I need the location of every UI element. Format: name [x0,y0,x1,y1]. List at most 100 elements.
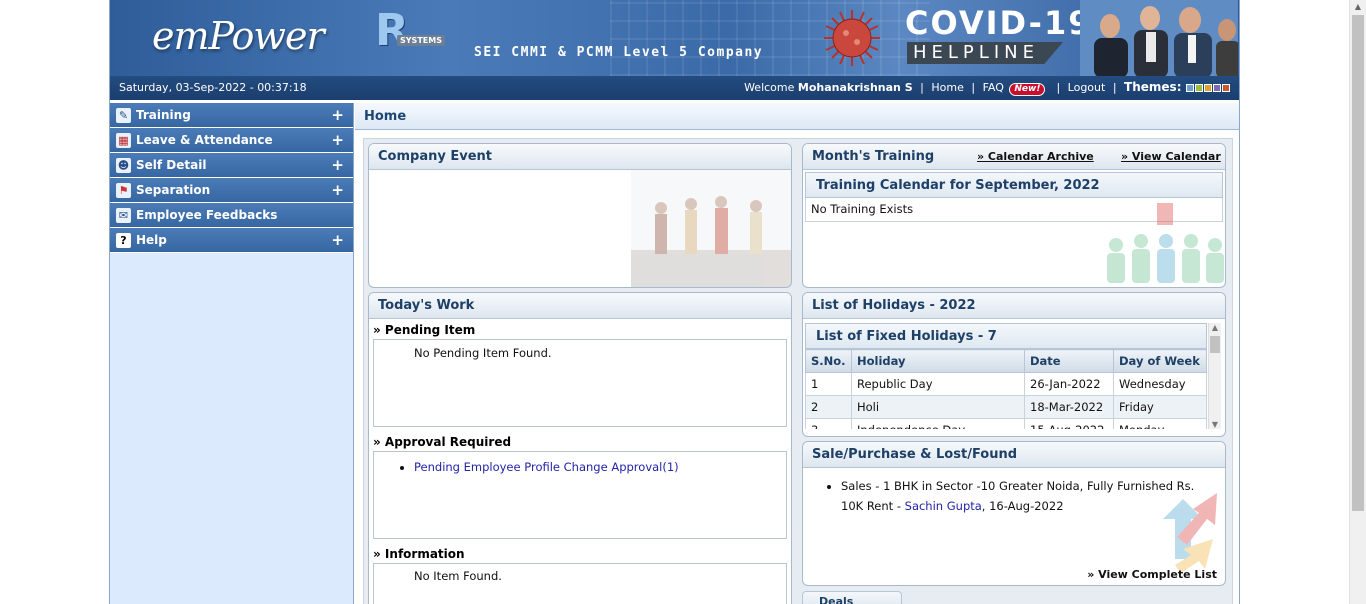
sidebar-item-leave-attendance[interactable]: ▦ Leave & Attendance + [110,128,353,153]
company-event-panel: Company Event [368,143,792,288]
deals-tab-label: Deals [819,595,854,604]
company-tagline: SEI CMMI & PCMM Level 5 Company [474,45,764,60]
holidays-scroll-area: List of Fixed Holidays - 7 S.No. Holiday… [805,323,1207,429]
sidebar-item-employee-feedbacks[interactable]: ✉ Employee Feedbacks [110,203,353,228]
header-banner: emPower R SYSTEMS SEI CMMI & PCMM Level … [110,0,1239,76]
table-cell: Independence Day [851,418,1025,429]
information-message: No Item Found. [414,569,502,583]
column-header: S.No. [805,349,852,373]
rsystems-logo-r: R [375,5,409,56]
list-item: Sales - 1 BHK in Sector -10 Greater Noid… [841,476,1215,516]
sidebar-item-label: Training [136,108,191,122]
holidays-title: List of Holidays - 2022 [803,293,1225,319]
expand-icon[interactable]: + [331,103,344,128]
sidebar-item-separation[interactable]: ⚑ Separation + [110,178,353,203]
approval-required-box: Pending Employee Profile Change Approval… [373,451,787,539]
company-event-title: Company Event [369,144,791,170]
table-cell: Friday [1113,395,1207,419]
monthly-training-title: Month's Training [812,149,935,164]
help-icon: ? [116,233,131,248]
user-icon: ☻ [116,158,131,173]
training-icon: ✎ [116,108,131,123]
feedback-icon: ✉ [116,208,131,223]
scroll-thumb[interactable] [1210,336,1220,353]
sidebar-item-label: Help [136,233,167,247]
theme-swatch[interactable] [1222,84,1230,92]
table-row: 2 Holi 18-Mar-2022 Friday [805,395,1207,419]
virus-icon [824,10,880,66]
pending-item-box: No Pending Item Found. [373,339,787,427]
current-datetime: Saturday, 03-Sep-2022 - 00:37:18 [119,81,307,94]
top-links: Welcome Mohanakrishnan S | Home | FAQ Ne… [744,80,1230,96]
view-calendar-link[interactable]: » View Calendar [1121,144,1221,170]
deals-tab[interactable]: Deals [802,591,902,604]
sidebar-item-training[interactable]: ✎ Training + [110,103,353,128]
page-scrollbar[interactable]: ▲ [1349,0,1366,604]
empower-logo: emPower [152,14,325,58]
pending-item-title: » Pending Item [373,323,476,337]
sidebar: ✎ Training + ▦ Leave & Attendance + ☻ Se… [110,103,354,604]
monthly-training-header: Month's Training » Calendar Archive » Vi… [803,144,1225,170]
logout-link[interactable]: Logout [1068,81,1106,94]
calendar-archive-link[interactable]: » Calendar Archive [977,144,1094,170]
fixed-holidays-title: List of Fixed Holidays - 7 [805,323,1207,349]
sidebar-item-label: Employee Feedbacks [136,208,278,222]
expand-icon[interactable]: + [331,228,344,253]
table-row: 1 Republic Day 26-Jan-2022 Wednesday [805,372,1207,396]
holidays-scrollbar[interactable]: ▲ ▼ [1208,323,1221,429]
separator: | [971,81,976,94]
sidebar-item-self-detail[interactable]: ☻ Self Detail + [110,153,353,178]
theme-swatch[interactable] [1213,84,1221,92]
sidebar-item-label: Leave & Attendance [136,133,273,147]
banner-pattern [610,0,930,76]
scroll-down-icon[interactable]: ▼ [1209,420,1221,429]
home-link[interactable]: Home [931,81,963,94]
sale-purchase-title: Sale/Purchase & Lost/Found [803,442,1225,468]
sales-author-link[interactable]: Sachin Gupta [905,499,982,513]
faq-link[interactable]: FAQ [983,81,1004,94]
table-cell: Holi [851,395,1025,419]
scroll-up-icon[interactable]: ▲ [1209,323,1221,334]
dashboard-area: Company Event Month's Training » Calenda… [363,138,1233,604]
covid-helpline[interactable]: HELPLINE [907,42,1063,64]
theme-swatch[interactable] [1186,84,1194,92]
information-title: » Information [373,547,465,561]
table-cell: 3 [805,418,852,429]
calendar-icon: ▦ [116,133,131,148]
page-scroll-thumb[interactable] [1352,15,1364,511]
expand-icon[interactable]: + [331,178,344,203]
pending-item-message: No Pending Item Found. [414,346,552,360]
business-people-image [1080,0,1238,76]
column-header: Day of Week [1113,349,1207,373]
sidebar-item-help[interactable]: ? Help + [110,228,353,253]
expand-icon[interactable]: + [331,128,344,153]
table-cell: 2 [805,395,852,419]
column-header: Holiday [851,349,1025,373]
event-dancers-image [631,170,791,287]
monthly-training-panel: Month's Training » Calendar Archive » Vi… [802,143,1226,288]
view-complete-list-link[interactable]: » View Complete List [1087,568,1217,581]
rsystems-logo: R SYSTEMS [375,9,447,55]
sale-purchase-panel: Sale/Purchase & Lost/Found Sales - 1 BHK… [802,441,1226,586]
separator: | [1112,81,1117,94]
sidebar-item-label: Self Detail [136,158,207,172]
covid-title: COVID-19 [905,4,1093,42]
todays-work-title: Today's Work [369,293,791,319]
separator: | [1052,81,1061,94]
table-cell: Republic Day [851,372,1025,396]
scroll-up-icon[interactable]: ▲ [1350,0,1366,14]
holidays-panel: List of Holidays - 2022 List of Fixed Ho… [802,292,1226,437]
column-header: Date [1024,349,1114,373]
approval-link[interactable]: Pending Employee Profile Change Approval… [414,460,679,474]
theme-swatch[interactable] [1204,84,1212,92]
rsystems-logo-sub: SYSTEMS [397,35,445,46]
separation-icon: ⚑ [116,183,131,198]
table-cell: 15-Aug-2022 [1024,418,1114,429]
user-name: Mohanakrishnan S [797,81,913,94]
expand-icon[interactable]: + [331,153,344,178]
table-header-row: S.No. Holiday Date Day of Week [805,349,1207,373]
table-cell: Monday [1113,418,1207,429]
theme-swatch[interactable] [1195,84,1203,92]
todays-work-panel: Today's Work » Pending Item No Pending I… [368,292,792,604]
training-calendar-title: Training Calendar for September, 2022 [805,172,1223,198]
